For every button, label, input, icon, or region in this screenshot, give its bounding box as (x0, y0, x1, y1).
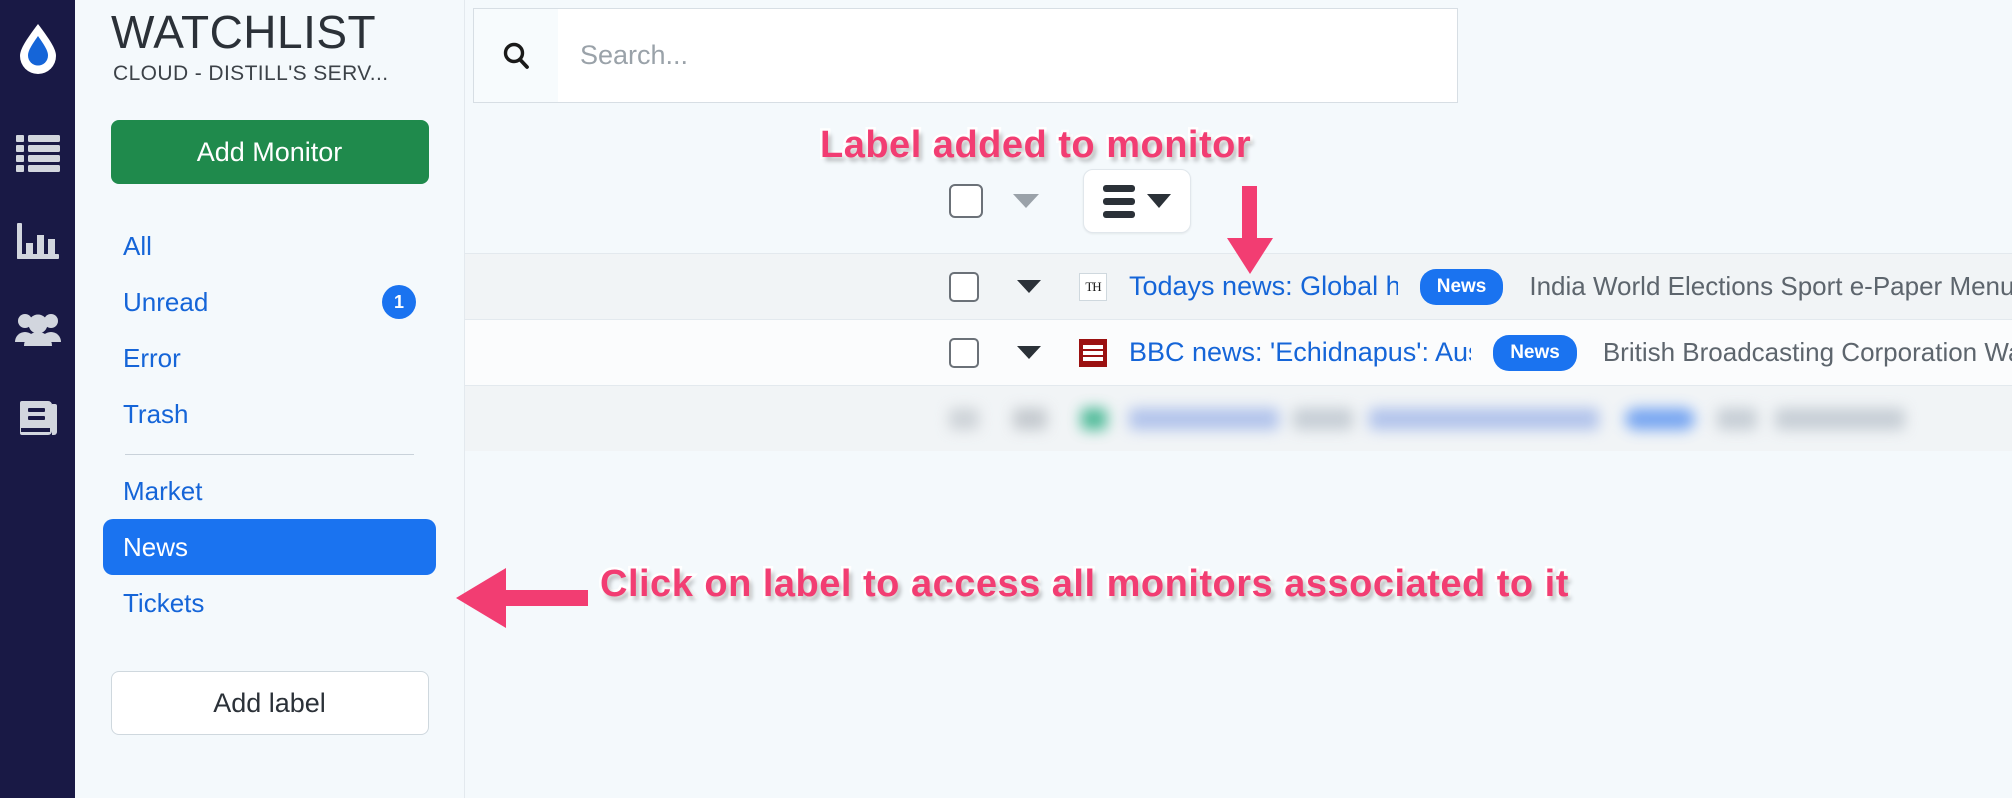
favicon-bbc-icon (1079, 338, 1107, 367)
sidebar-item-team[interactable] (11, 302, 65, 356)
monitor-title[interactable]: BBC news: 'Echidnapus': Australian scien… (1129, 337, 1471, 368)
app-root: WATCHLIST CLOUD - DISTILL'S SERV... Add … (0, 0, 2012, 798)
chevron-down-icon (1147, 194, 1171, 208)
icon-rail (0, 0, 75, 798)
favicon-th-icon: TH (1079, 272, 1107, 301)
label-pill-news[interactable]: News (1493, 334, 1577, 371)
select-all-checkbox[interactable] (949, 184, 983, 218)
search-bar (473, 8, 1458, 103)
sidebar-item-trash[interactable]: Trash (103, 386, 436, 442)
sidebar-item-label: Error (123, 342, 181, 373)
table-row-obscured (465, 385, 2012, 451)
page-subtitle: CLOUD - DISTILL'S SERV... (113, 62, 389, 86)
sidebar-item-unread[interactable]: Unread 1 (103, 274, 436, 330)
sidebar-item-analytics[interactable] (11, 214, 65, 268)
book-icon (16, 397, 60, 437)
monitor-list: TH Todays news: Global heatwaves News In… (465, 253, 2012, 451)
sidebar-item-label: Tickets (123, 587, 205, 618)
arrow-left-icon (456, 568, 588, 628)
sidebar: WATCHLIST CLOUD - DISTILL'S SERV... Add … (75, 0, 465, 798)
sidebar-label-tickets[interactable]: Tickets (103, 575, 436, 631)
sidebar-item-docs[interactable] (11, 390, 65, 444)
row-checkbox[interactable] (949, 337, 979, 368)
sidebar-divider (125, 454, 414, 456)
people-icon (14, 309, 62, 349)
select-all-chevron-down-icon[interactable] (1013, 194, 1039, 208)
bar-chart-icon (16, 221, 60, 261)
arrow-down-icon (1227, 186, 1273, 274)
list-icon (15, 133, 60, 173)
row-expand-chevron-down-icon[interactable] (1017, 280, 1041, 293)
label-pill-news[interactable]: News (1419, 268, 1504, 305)
row-checkbox[interactable] (949, 271, 979, 302)
sidebar-item-error[interactable]: Error (103, 330, 436, 386)
page-title: WATCHLIST (111, 6, 377, 58)
sidebar-nav: All Unread 1 Error Trash Market News Tic… (75, 218, 464, 631)
annotation-label-added: Label added to monitor (817, 122, 1253, 169)
sidebar-item-monitors[interactable] (11, 126, 65, 180)
add-label-button[interactable]: Add label (110, 671, 429, 736)
list-actions-menu-button[interactable] (1083, 169, 1191, 233)
annotation-click-label: Click on label to access all monitors as… (598, 561, 1571, 608)
monitor-description: India World Elections Sport e-Paper Menu… (1529, 271, 2012, 301)
table-row[interactable]: BBC news: 'Echidnapus': Australian scien… (465, 319, 2012, 385)
sidebar-item-label: All (123, 230, 152, 261)
sidebar-label-market[interactable]: Market (103, 463, 436, 519)
sidebar-item-label: Trash (123, 398, 189, 429)
sidebar-item-label: News (123, 531, 189, 562)
sidebar-item-label: Unread (123, 286, 209, 317)
sidebar-item-label: Market (123, 475, 203, 506)
sidebar-item-all[interactable]: All (103, 218, 436, 274)
add-monitor-button[interactable]: Add Monitor (110, 120, 429, 185)
search-icon (474, 9, 558, 102)
sidebar-label-news[interactable]: News (103, 519, 436, 576)
main-content: TH Todays news: Global heatwaves News In… (465, 0, 2012, 798)
hamburger-icon (1103, 184, 1135, 218)
row-expand-chevron-down-icon[interactable] (1017, 346, 1041, 359)
monitor-description: British Broadcasting Corporation Watch L… (1602, 337, 2012, 367)
unread-count-badge: 1 (382, 285, 416, 320)
search-input[interactable] (558, 9, 1457, 102)
distill-droplet-logo-icon[interactable] (12, 22, 64, 74)
